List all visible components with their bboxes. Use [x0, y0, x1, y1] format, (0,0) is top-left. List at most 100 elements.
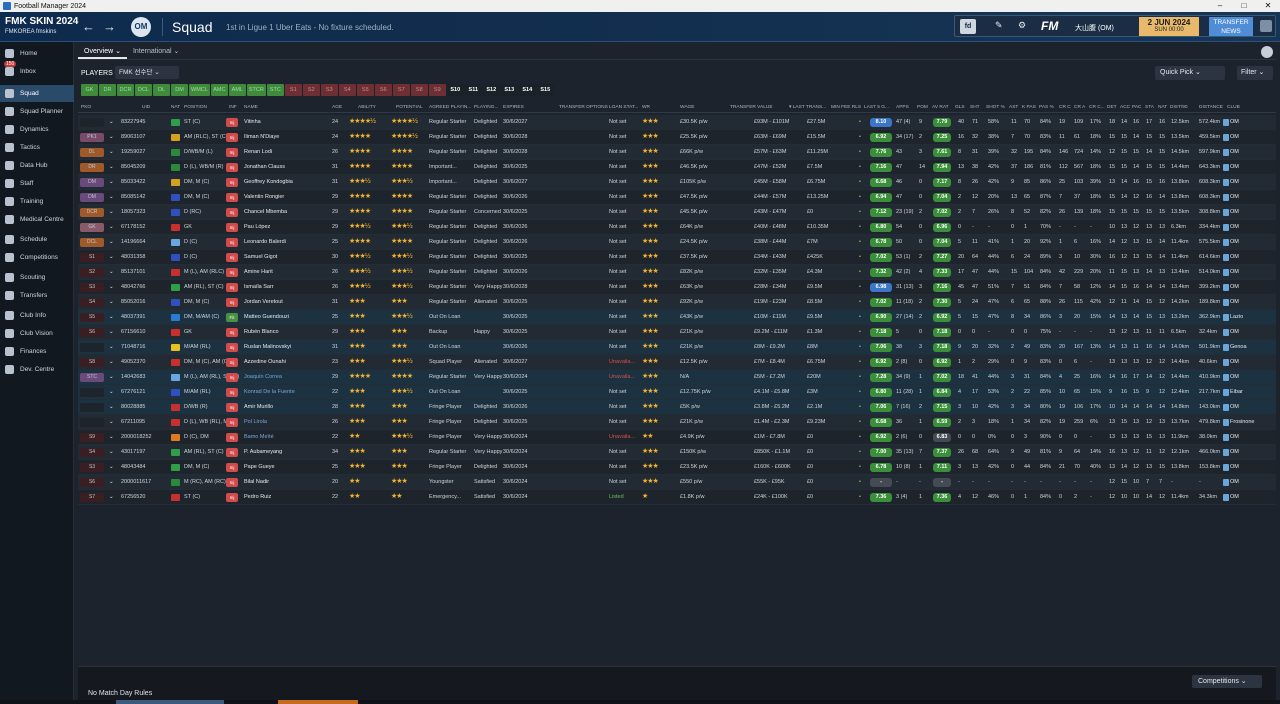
cell-club[interactable]: OM: [1230, 164, 1239, 170]
col-sta[interactable]: STA: [1145, 105, 1154, 110]
row-expand-icon[interactable]: ⌄: [109, 239, 114, 245]
col-potential[interactable]: POTENTIAL: [396, 105, 423, 110]
transfer-news-button[interactable]: TRANSFER NEWS: [1209, 17, 1253, 36]
cell-club[interactable]: OM: [1230, 209, 1239, 215]
col-pac[interactable]: PAC: [1132, 105, 1142, 110]
table-row[interactable]: ⌄ ▪ DR 85045209 D (L), WB/M (R) Inj Jonathan C…: [78, 160, 1276, 175]
settings-icon[interactable]: ⚙: [1018, 20, 1026, 31]
cell-name[interactable]: Pape Gueye: [244, 464, 275, 470]
col-nat-attr[interactable]: NAT: [1158, 105, 1167, 110]
position-filter-s4[interactable]: S4: [338, 84, 356, 96]
cell-club[interactable]: OM: [1230, 494, 1239, 500]
position-filter-amc[interactable]: AMC: [210, 84, 228, 96]
cell-club[interactable]: OM: [1230, 194, 1239, 200]
col-ability[interactable]: ABILITY: [358, 105, 376, 110]
table-row[interactable]: ⌄ ▪ DM 85033422 DM, M (C) Inj Geoffrey Kondogb…: [78, 175, 1276, 190]
position-filter-s13[interactable]: S13: [500, 84, 518, 96]
position-filter-s9[interactable]: S9: [428, 84, 446, 96]
cell-name[interactable]: Geoffrey Kondogbia: [244, 179, 293, 185]
col-wr[interactable]: WR: [642, 105, 650, 110]
position-filter-dcl[interactable]: DCL: [135, 84, 152, 96]
cell-club[interactable]: OM: [1230, 449, 1239, 455]
row-expand-icon[interactable]: ⌄: [109, 344, 114, 350]
cell-name[interactable]: Joaquín Correa: [244, 374, 282, 380]
position-filter-stcr[interactable]: STCR: [246, 84, 266, 96]
continue-date-button[interactable]: 2 JUN 2024 SUN 00:00: [1139, 17, 1199, 36]
col-inf[interactable]: INF: [229, 105, 237, 110]
table-row[interactable]: ⌄ ▪ S4 43017197 AM (RL), ST (C) Inj P. Aubamey…: [78, 445, 1276, 460]
position-filter-dl[interactable]: DL: [153, 84, 170, 96]
sidebar-item-transfers[interactable]: Transfers: [0, 287, 74, 304]
filter-dropdown[interactable]: Filter ⌄: [1237, 66, 1273, 80]
row-expand-icon[interactable]: ⌄: [109, 434, 114, 440]
cell-club[interactable]: OM: [1230, 404, 1239, 410]
sidebar-item-dynamics[interactable]: Dynamics: [0, 121, 74, 138]
cell-name[interactable]: Ismaïla Sarr: [244, 284, 274, 290]
notification-icon[interactable]: [1261, 46, 1273, 58]
col-name[interactable]: NAME: [244, 105, 258, 110]
table-row[interactable]: ⌄ ▪ 67211095 D (L), WB (RL), M (R) Inj Pol Li…: [78, 415, 1276, 430]
minimize-icon[interactable]: –: [1208, 0, 1232, 12]
col-expires[interactable]: EXPIRES: [503, 105, 524, 110]
cell-club[interactable]: OM: [1230, 464, 1239, 470]
position-filter-s2[interactable]: S2: [302, 84, 320, 96]
table-row[interactable]: ⌄ ▪ PK1 89063107 AM (RLC), ST (C) Inj Iliman N…: [78, 130, 1276, 145]
position-filter-aml[interactable]: AML: [228, 84, 246, 96]
col-distance[interactable]: DISTANCE: [1199, 105, 1223, 110]
sidebar-item-staff[interactable]: Staff: [0, 175, 74, 192]
cell-club[interactable]: OM: [1230, 374, 1239, 380]
col-sht[interactable]: SHT: [970, 105, 980, 110]
sidebar-item-medical-centre[interactable]: Medical Centre: [0, 211, 74, 228]
sidebar-item-squad-planner[interactable]: Squad Planner: [0, 103, 74, 120]
cell-club[interactable]: Lazio: [1230, 314, 1243, 320]
position-filter-stc[interactable]: STC: [266, 84, 284, 96]
sidebar-item-home[interactable]: Home: [0, 45, 74, 62]
cell-club[interactable]: OM: [1230, 149, 1239, 155]
pencil-icon[interactable]: ✎: [995, 20, 1003, 31]
cell-club[interactable]: OM: [1230, 359, 1239, 365]
view-selector[interactable]: FMK 선수단 ⌄: [115, 66, 179, 79]
fd-box[interactable]: fd: [960, 19, 976, 34]
table-row[interactable]: ⌄ ▪ 80028885 D/WB (R) Inj Amir Murillo 28 ★★★ ★★…: [78, 400, 1276, 415]
cell-name[interactable]: Vitinha: [244, 119, 261, 125]
col-transfer-value[interactable]: TRANSFER VALUE: [730, 105, 773, 110]
table-row[interactable]: ⌄ ▪ S6 67156610 GK Inj Rubén Blanco 29 ★★★ ★★★ Bac…: [78, 325, 1276, 340]
cell-name[interactable]: Jonathan Clauss: [244, 164, 285, 170]
expand-icon[interactable]: [1260, 20, 1272, 32]
cell-name[interactable]: Azzedine Ounahi: [244, 359, 286, 365]
table-row[interactable]: ⌄ ▪ S3 48042766 AM (RL), ST (C) Inj Ismaïla Sa…: [78, 280, 1276, 295]
maximize-icon[interactable]: □: [1232, 0, 1256, 12]
col-loan-status[interactable]: LOAN STAT...: [609, 105, 638, 110]
table-row[interactable]: ⌄ ▪ 83227945 ST (C) Inj Vitinha 24 ★★★★½ ★★★★½ Re…: [78, 115, 1276, 130]
competitions-dropdown[interactable]: Competitions ⌄: [1192, 675, 1262, 688]
cell-name[interactable]: Matteo Guendouzi: [244, 314, 289, 320]
table-row[interactable]: ⌄ ▪ DCR 18057323 D (RC) Inj Chancel Mbemba 29 ★★…: [78, 205, 1276, 220]
cell-name[interactable]: Iliman N'Diaye: [244, 134, 279, 140]
position-filter-s6[interactable]: S6: [374, 84, 392, 96]
position-filter-dcr[interactable]: DCR: [117, 84, 134, 96]
row-expand-icon[interactable]: ⌄: [109, 134, 114, 140]
cell-club[interactable]: OM: [1230, 329, 1239, 335]
cell-name[interactable]: Renan Lodi: [244, 149, 272, 155]
table-row[interactable]: ⌄ ▪ STC 14042683 M (L), AM (RL), ST (C) Inj Jo…: [78, 370, 1276, 385]
col-min-fee[interactable]: MIN FEE RLS: [831, 105, 861, 110]
cell-name[interactable]: Pol Lirola: [244, 419, 267, 425]
row-expand-icon[interactable]: ⌄: [109, 389, 114, 395]
col-last-transfer[interactable]: ▾ LAST TRANS...: [789, 105, 826, 110]
tab-international[interactable]: International ⌄: [127, 44, 185, 59]
col-av-rat[interactable]: AV RAT: [932, 105, 949, 110]
row-expand-icon[interactable]: ⌄: [109, 194, 114, 200]
cell-name[interactable]: Pau López: [244, 224, 270, 230]
table-row[interactable]: ⌄ ▪ S8 49052370 DM, M (C), AM (C) Inj Azzedine…: [78, 355, 1276, 370]
table-row[interactable]: ⌄ ▪ 67276121 M/AM (RL) Inj Konrad De la Fuent…: [78, 385, 1276, 400]
col-cr-c-pct[interactable]: CR C...: [1089, 105, 1105, 110]
club-badge[interactable]: OM: [131, 17, 151, 37]
row-expand-icon[interactable]: ⌄: [109, 254, 114, 260]
col-apps[interactable]: APPS: [896, 105, 909, 110]
cell-club[interactable]: Eibar: [1230, 389, 1243, 395]
col-uid[interactable]: UID: [142, 105, 150, 110]
cell-club[interactable]: OM: [1230, 299, 1239, 305]
row-expand-icon[interactable]: ⌄: [109, 374, 114, 380]
sidebar-item-data-hub[interactable]: Data Hub: [0, 157, 74, 174]
row-expand-icon[interactable]: ⌄: [109, 284, 114, 290]
